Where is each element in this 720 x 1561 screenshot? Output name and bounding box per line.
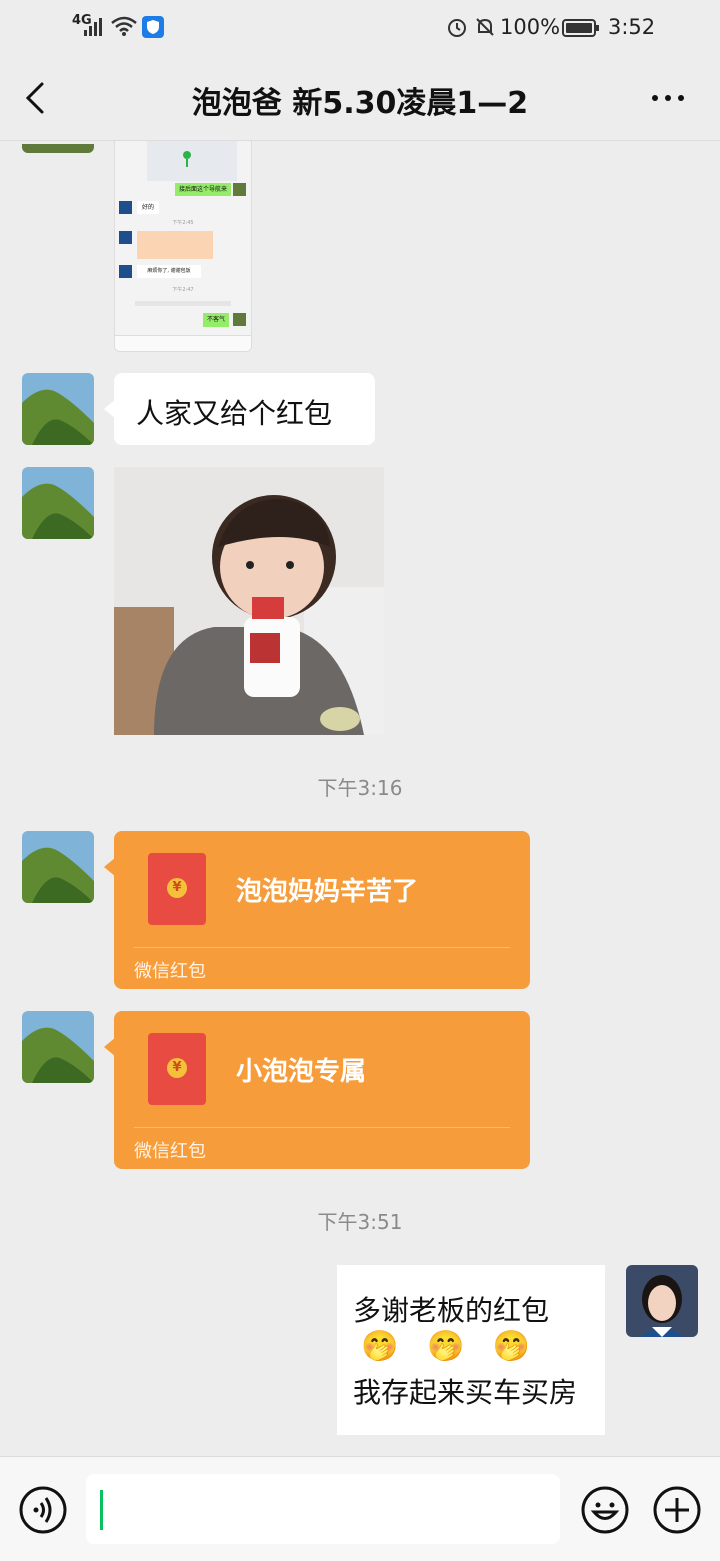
timestamp: 下午3:51 xyxy=(317,1210,403,1234)
thumb-green-msg-1: 接后面这个导航来 xyxy=(175,183,231,196)
red-packet-title: 泡泡妈妈辛苦了 xyxy=(236,877,419,907)
reply-line-2: 我存起来买车买房 xyxy=(353,1376,578,1409)
my-avatar[interactable] xyxy=(626,1265,698,1337)
message-text: 人家又给个红包 xyxy=(136,397,333,430)
bubble-tail xyxy=(104,399,116,419)
red-envelope-icon: ¥ xyxy=(148,1033,206,1105)
sender-avatar-top[interactable] xyxy=(22,141,94,153)
red-packet-message[interactable]: ¥ 泡泡妈妈辛苦了 微信红包 xyxy=(104,831,530,989)
input-bar xyxy=(0,1456,720,1561)
thumb-green-msg-2: 不客气 xyxy=(203,313,229,327)
sender-avatar[interactable] xyxy=(22,1011,94,1083)
text-message-bubble[interactable]: 人家又给个红包 xyxy=(104,373,375,445)
thumb-avatar xyxy=(233,183,246,196)
yuan-coin-icon: ¥ xyxy=(167,878,187,898)
thumb-white-msg-2: 麻烦你了, 谢谢包饭 xyxy=(137,265,201,278)
red-envelope-icon: ¥ xyxy=(148,853,206,925)
plus-icon[interactable] xyxy=(652,1485,702,1535)
shield-icon xyxy=(142,16,164,38)
timestamp: 下午3:16 xyxy=(317,776,403,800)
text-caret xyxy=(100,1490,103,1530)
signal-icon xyxy=(84,18,102,36)
thumb-notice xyxy=(135,301,231,306)
photo-message[interactable] xyxy=(114,467,384,735)
map-thumbnail xyxy=(147,141,237,181)
red-packet-message[interactable]: ¥ 小泡泡专属 微信红包 xyxy=(104,1011,530,1169)
clock: 3:52 xyxy=(608,15,656,39)
reply-line-1: 多谢老板的红包 xyxy=(353,1294,550,1327)
screenshot-image-message[interactable]: 接后面这个导航来 好的 下午2:45 麻烦你了, 谢谢包饭 下午2:47 不客气 xyxy=(114,141,252,352)
thumb-avatar xyxy=(119,201,132,214)
thumb-avatar xyxy=(119,231,132,244)
chat-title: 泡泡爸 新5.30凌晨1—2 xyxy=(191,86,529,121)
message-input[interactable] xyxy=(86,1474,560,1544)
more-options-icon[interactable] xyxy=(650,92,686,104)
status-bar: 4G 100% 3:52 xyxy=(0,0,720,56)
thumb-avatar xyxy=(119,265,132,278)
thumb-input-bar xyxy=(115,335,251,351)
sender-avatar[interactable] xyxy=(22,373,94,445)
sender-avatar[interactable] xyxy=(22,831,94,903)
header-divider xyxy=(0,140,720,141)
emoji-icon[interactable] xyxy=(580,1485,630,1535)
battery-percent: 100% xyxy=(500,15,561,39)
sender-avatar[interactable] xyxy=(22,467,94,539)
bubble-tail xyxy=(104,1037,116,1057)
chat-header: 泡泡爸 新5.30凌晨1—2 xyxy=(0,56,720,140)
thumb-time-2: 下午2:47 xyxy=(172,287,194,293)
thumb-time-1: 下午2:45 xyxy=(172,220,194,226)
reply-emoji-row: 🤭 🤭 🤭 xyxy=(361,1329,531,1364)
voice-input-icon[interactable] xyxy=(18,1485,68,1535)
thumb-avatar xyxy=(233,313,246,326)
wifi-icon xyxy=(111,16,137,36)
red-packet-title: 小泡泡专属 xyxy=(236,1057,367,1087)
reply-bubble[interactable]: 多谢老板的红包 🤭 🤭 🤭 我存起来买车买房 xyxy=(337,1265,605,1435)
alarm-icon xyxy=(448,19,466,37)
divider xyxy=(134,947,510,948)
mute-bell-icon xyxy=(476,18,494,36)
red-packet-footer: 微信红包 xyxy=(134,1141,206,1162)
battery-icon xyxy=(562,19,599,37)
red-packet-footer: 微信红包 xyxy=(134,961,206,982)
thumb-red-packet xyxy=(137,231,213,259)
divider xyxy=(134,1127,510,1128)
thumb-white-msg-1: 好的 xyxy=(137,201,159,214)
yuan-coin-icon: ¥ xyxy=(167,1058,187,1078)
bubble-tail xyxy=(104,857,116,877)
